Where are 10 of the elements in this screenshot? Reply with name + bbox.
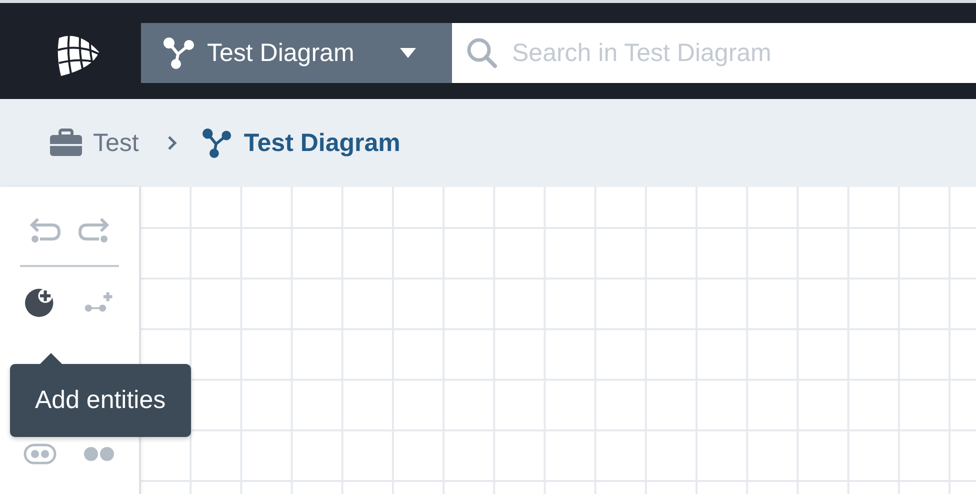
search-icon xyxy=(466,37,498,69)
briefcase-icon xyxy=(50,128,82,158)
caret-icon xyxy=(400,48,416,58)
chevron-right-icon xyxy=(166,135,177,151)
tooltip-pointer xyxy=(40,353,62,364)
breadcrumb-link[interactable]: Test Diagram xyxy=(200,128,400,158)
diagram-selector[interactable]: Test Diagram xyxy=(141,23,452,83)
network-icon xyxy=(200,128,233,158)
breadcrumb-link[interactable]: Test xyxy=(50,128,139,158)
network-icon xyxy=(163,37,195,69)
